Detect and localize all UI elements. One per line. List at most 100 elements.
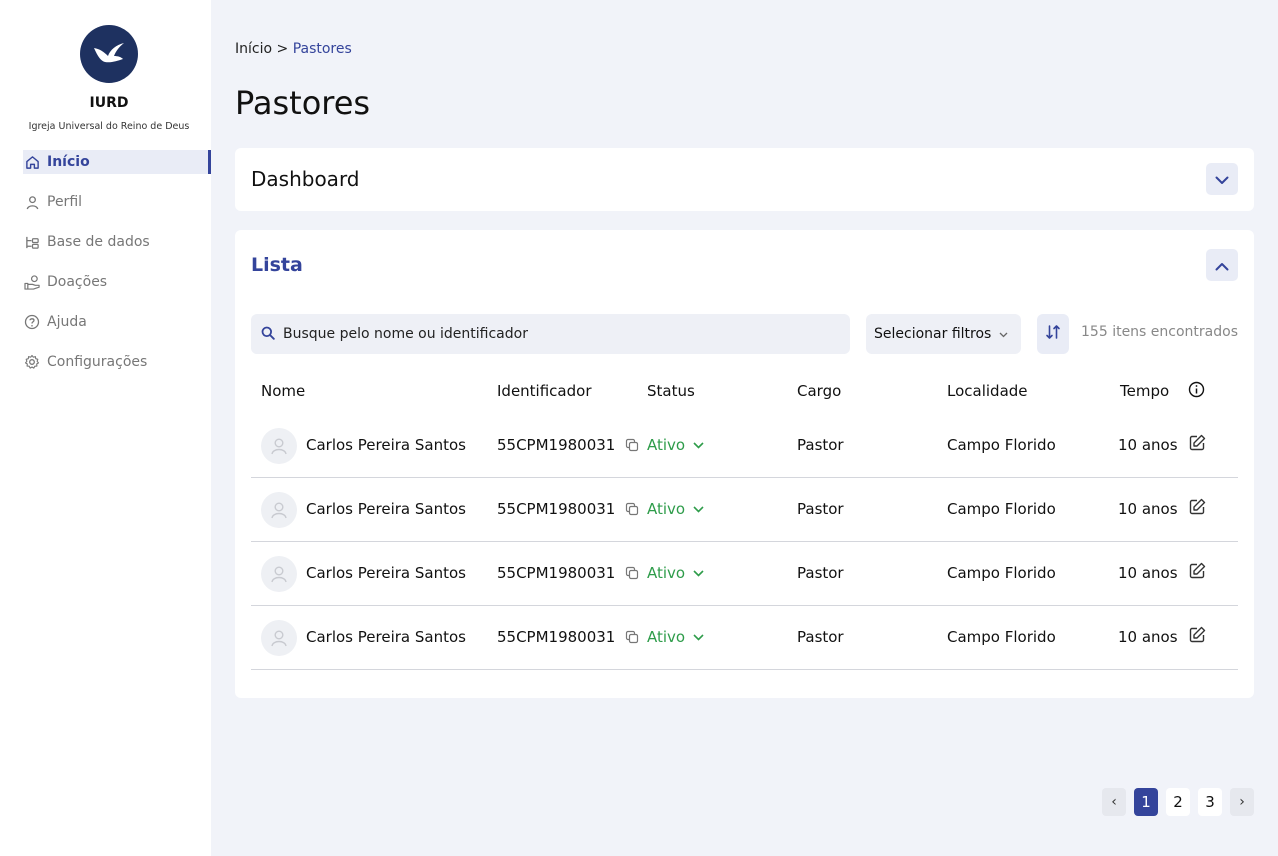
cell-tempo: 10 anos — [1118, 628, 1178, 646]
sidebar-item-ajuda[interactable]: Ajuda — [23, 310, 211, 334]
dashboard-card: Dashboard — [235, 148, 1254, 211]
pagination-next-button[interactable]: › — [1230, 788, 1254, 816]
status-label: Ativo — [647, 564, 686, 582]
dashboard-title: Dashboard — [251, 167, 360, 191]
dove-icon — [80, 25, 138, 83]
edit-icon[interactable] — [1189, 626, 1207, 644]
column-header-tempo: Tempo — [1120, 382, 1170, 400]
cell-name: Carlos Pereira Santos — [306, 436, 466, 454]
help-icon — [23, 313, 41, 331]
search-bar — [251, 314, 850, 354]
cell-localidade: Campo Florido — [947, 628, 1056, 646]
cell-cargo: Pastor — [797, 436, 844, 454]
pagination-page-3[interactable]: 3 — [1198, 788, 1222, 816]
column-header-cargo: Cargo — [797, 382, 842, 400]
page-title: Pastores — [235, 84, 371, 122]
table-row: Carlos Pereira Santos 55CPM1980031 Ativo… — [251, 606, 1238, 670]
cell-cargo: Pastor — [797, 500, 844, 518]
filter-label: Selecionar filtros — [874, 326, 992, 342]
status-label: Ativo — [647, 436, 686, 454]
sidebar-item-label: Ajuda — [47, 314, 87, 330]
cell-tempo: 10 anos — [1118, 500, 1178, 518]
cell-identifier: 55CPM1980031 — [497, 500, 616, 518]
sidebar-item-inicio[interactable]: Início — [23, 150, 211, 174]
table-row: Carlos Pereira Santos 55CPM1980031 Ativo… — [251, 414, 1238, 478]
table-row: Carlos Pereira Santos 55CPM1980031 Ativo… — [251, 542, 1238, 606]
sidebar-item-label: Perfil — [47, 194, 83, 210]
gear-icon — [23, 353, 41, 371]
chevron-down-icon — [693, 633, 704, 641]
table-row: Carlos Pereira Santos 55CPM1980031 Ativo… — [251, 478, 1238, 542]
results-count: 155 itens encontrados — [1081, 324, 1238, 340]
pagination-prev-button[interactable]: ‹ — [1102, 788, 1126, 816]
cell-localidade: Campo Florido — [947, 564, 1056, 582]
search-icon — [261, 325, 275, 344]
chevron-down-icon — [693, 569, 704, 577]
cell-identifier: 55CPM1980031 — [497, 436, 616, 454]
sidebar-item-label: Configurações — [47, 354, 148, 370]
cell-localidade: Campo Florido — [947, 436, 1056, 454]
sidebar-nav: Início Perfil Base de dados Doações Ajud… — [23, 150, 211, 390]
cell-tempo: 10 anos — [1118, 436, 1178, 454]
edit-icon[interactable] — [1189, 562, 1207, 580]
sidebar-item-perfil[interactable]: Perfil — [23, 190, 211, 214]
search-input[interactable] — [283, 326, 823, 342]
cell-name: Carlos Pereira Santos — [306, 564, 466, 582]
column-header-status: Status — [647, 382, 695, 400]
cell-identifier: 55CPM1980031 — [497, 628, 616, 646]
status-label: Ativo — [647, 500, 686, 518]
chevron-up-icon — [1215, 256, 1229, 275]
pagination-page-2[interactable]: 2 — [1166, 788, 1190, 816]
list-collapse-button[interactable] — [1206, 249, 1238, 281]
avatar — [261, 556, 297, 592]
cell-tempo: 10 anos — [1118, 564, 1178, 582]
cell-cargo: Pastor — [797, 628, 844, 646]
sort-arrows-icon — [1045, 324, 1061, 344]
copy-icon[interactable] — [625, 566, 639, 580]
sidebar-item-label: Início — [47, 154, 90, 170]
pagination-page-1[interactable]: 1 — [1134, 788, 1158, 816]
sidebar-item-base-de-dados[interactable]: Base de dados — [23, 230, 211, 254]
breadcrumb-home[interactable]: Início — [235, 41, 272, 57]
breadcrumb: Início > Pastores — [235, 41, 352, 57]
avatar — [261, 620, 297, 656]
dashboard-expand-button[interactable] — [1206, 163, 1238, 195]
copy-icon[interactable] — [625, 502, 639, 516]
sort-button[interactable] — [1037, 314, 1069, 354]
copy-icon[interactable] — [625, 630, 639, 644]
sidebar: IURD Igreja Universal do Reino de Deus I… — [0, 0, 211, 856]
brand-subtitle: Igreja Universal do Reino de Deus — [28, 121, 190, 132]
edit-icon[interactable] — [1189, 498, 1207, 516]
brand-name: IURD — [89, 95, 129, 111]
status-dropdown[interactable]: Ativo — [647, 436, 704, 454]
breadcrumb-current: Pastores — [292, 41, 352, 57]
info-icon[interactable] — [1188, 381, 1205, 402]
column-header-identificador: Identificador — [497, 382, 592, 400]
chevron-down-icon — [1215, 170, 1229, 189]
list-title: Lista — [251, 254, 303, 276]
status-label: Ativo — [647, 628, 686, 646]
breadcrumb-separator: > — [276, 41, 289, 57]
cell-name: Carlos Pereira Santos — [306, 628, 466, 646]
list-card: Lista Selecionar filtros 155 itens encon… — [235, 230, 1254, 698]
column-header-nome: Nome — [261, 382, 306, 400]
status-dropdown[interactable]: Ativo — [647, 564, 704, 582]
chevron-down-icon — [693, 505, 704, 513]
copy-icon[interactable] — [625, 438, 639, 452]
chevron-down-icon — [693, 441, 704, 449]
database-icon — [23, 233, 41, 251]
table-header: Nome Identificador Status Cargo Localida… — [251, 380, 1238, 404]
cell-cargo: Pastor — [797, 564, 844, 582]
chevron-down-icon — [999, 326, 1008, 342]
sidebar-item-doacoes[interactable]: Doações — [23, 270, 211, 294]
cell-identifier: 55CPM1980031 — [497, 564, 616, 582]
column-header-localidade: Localidade — [947, 382, 1028, 400]
status-dropdown[interactable]: Ativo — [647, 500, 704, 518]
sidebar-item-label: Base de dados — [47, 234, 150, 250]
filter-select[interactable]: Selecionar filtros — [866, 314, 1021, 354]
status-dropdown[interactable]: Ativo — [647, 628, 704, 646]
donation-icon — [23, 273, 41, 291]
cell-name: Carlos Pereira Santos — [306, 500, 466, 518]
edit-icon[interactable] — [1189, 434, 1207, 452]
sidebar-item-configuracoes[interactable]: Configurações — [23, 350, 211, 374]
